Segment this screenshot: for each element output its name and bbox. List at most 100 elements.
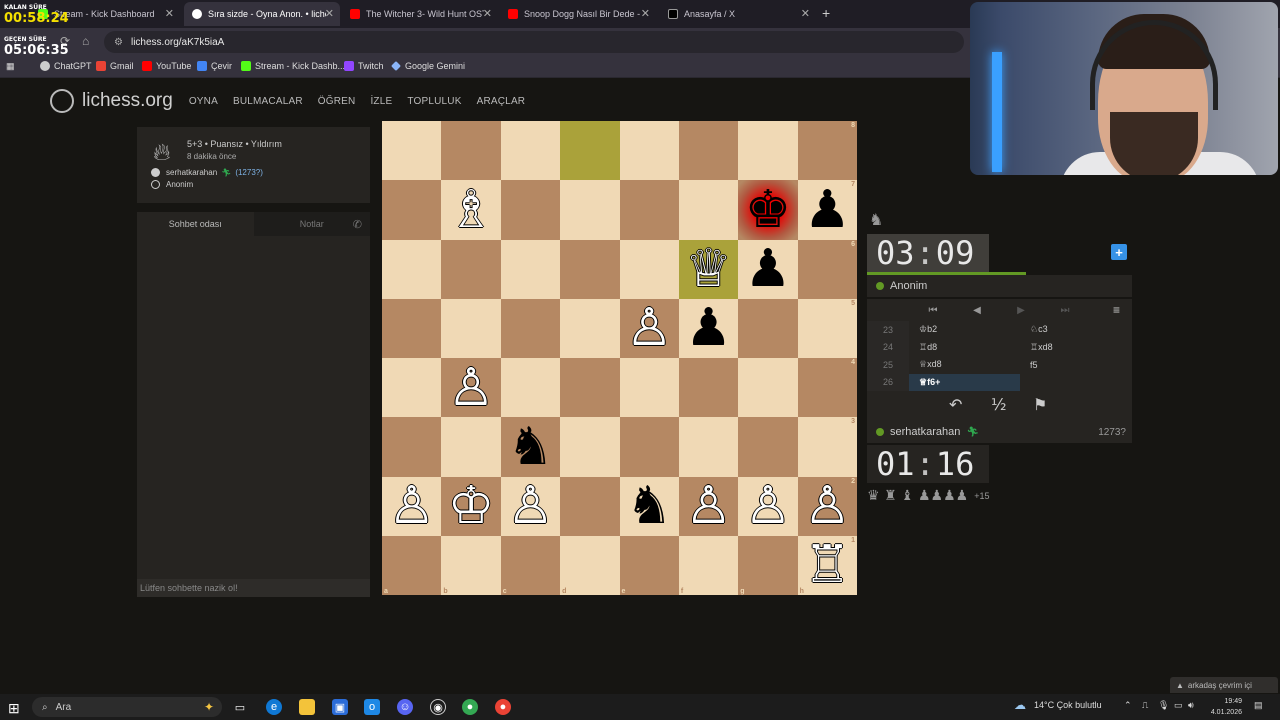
square-g1[interactable]: g — [738, 535, 798, 595]
square-d1[interactable]: d — [560, 535, 620, 595]
bookmark-twitch[interactable]: Twitch — [344, 61, 384, 71]
black-piece-c3[interactable]: ♞ — [507, 421, 554, 473]
square-c5[interactable] — [500, 298, 561, 358]
chrome-profile-icon[interactable]: ● — [495, 699, 511, 715]
square-c1[interactable]: c — [500, 535, 561, 595]
nav-play[interactable]: OYNA — [189, 96, 218, 107]
monitor-icon[interactable]: ▭ — [1174, 700, 1183, 711]
white-move[interactable]: ♕xd8 — [909, 356, 1020, 374]
square-e4[interactable] — [619, 358, 679, 418]
white-piece-b7[interactable]: ♗ — [448, 184, 495, 236]
volume-icon[interactable]: 🔊︎ — [1188, 700, 1194, 711]
square-e3[interactable] — [619, 417, 679, 477]
square-h5[interactable]: 5 — [797, 298, 857, 358]
file-explorer-icon[interactable] — [299, 699, 315, 715]
nav-tools[interactable]: ARAÇLAR — [477, 96, 526, 107]
square-f4[interactable] — [678, 358, 739, 418]
square-g7[interactable]: ♚ — [738, 180, 798, 240]
square-f5[interactable]: ♟ — [678, 298, 739, 358]
square-e7[interactable] — [619, 180, 679, 240]
square-h3[interactable]: 3 — [797, 417, 857, 477]
tab-chat-room[interactable]: Sohbet odası — [137, 212, 254, 236]
white-piece-f6[interactable]: ♕ — [685, 243, 732, 295]
weather-text[interactable]: 14°C Çok bulutlu — [1034, 700, 1102, 710]
obs-icon[interactable]: ◉ — [430, 699, 446, 715]
tab-lichess[interactable]: Sıra sizde - Oyna Anon. • liches ✕ — [184, 2, 340, 26]
player-name[interactable]: serhatkarahan — [890, 426, 960, 438]
close-icon[interactable]: ✕ — [483, 7, 492, 20]
black-piece-h7[interactable]: ♟ — [804, 184, 851, 236]
white-move-current[interactable]: ♕f6+ — [909, 373, 1020, 391]
square-a3[interactable] — [382, 417, 442, 477]
discord-icon[interactable]: ☺ — [397, 699, 413, 715]
close-icon[interactable]: ✕ — [165, 7, 174, 20]
square-a5[interactable] — [382, 298, 442, 358]
next-move-icon[interactable]: ▶ — [999, 305, 1043, 316]
square-h6[interactable]: 6 — [797, 239, 857, 299]
windows-start-icon[interactable]: ⊞ — [8, 700, 20, 717]
close-icon[interactable]: ✕ — [641, 7, 650, 20]
nav-community[interactable]: TOPLULUK — [407, 96, 461, 107]
white-piece-a2[interactable]: ♙ — [388, 480, 435, 532]
white-piece-f2[interactable]: ♙ — [685, 480, 732, 532]
add-time-button[interactable]: + — [1111, 244, 1127, 260]
taskbar-search[interactable]: ⌕ Ara ✦ — [32, 697, 222, 717]
bookmark-gmail[interactable]: Gmail — [96, 61, 134, 71]
square-d4[interactable] — [560, 358, 620, 418]
white-piece-h2[interactable]: ♙ — [804, 480, 851, 532]
last-move-icon[interactable]: ⏭ — [1043, 305, 1087, 316]
square-b3[interactable] — [441, 417, 501, 477]
square-f1[interactable]: f — [678, 535, 739, 595]
white-player-row[interactable]: serhatkarahan 🏃︎ (1273?) — [151, 168, 263, 177]
white-move[interactable]: ♔b2 — [909, 321, 1020, 339]
square-e6[interactable] — [619, 239, 679, 299]
white-move[interactable]: ♖d8 — [909, 339, 1020, 357]
square-a6[interactable] — [382, 239, 442, 299]
white-piece-e5[interactable]: ♙ — [626, 302, 673, 354]
square-d8[interactable] — [560, 121, 620, 181]
bookmark-gemini[interactable]: Google Gemini — [391, 61, 465, 71]
prev-move-icon[interactable]: ◀ — [955, 305, 999, 316]
square-b6[interactable] — [441, 239, 501, 299]
square-f2[interactable]: ♙ — [678, 476, 739, 536]
bookmark-youtube[interactable]: YouTube — [142, 61, 191, 71]
black-move[interactable]: ♖xd8 — [1020, 339, 1131, 357]
edge-icon[interactable]: e — [266, 699, 282, 715]
notification-icon[interactable]: ▤ — [1254, 700, 1263, 711]
bookmark-translate[interactable]: Çevir — [197, 61, 232, 71]
square-f8[interactable] — [678, 121, 739, 181]
square-b5[interactable] — [441, 298, 501, 358]
new-tab-button[interactable]: + — [822, 5, 830, 21]
square-e1[interactable]: e — [619, 535, 679, 595]
url-field[interactable]: ⚙ lichess.org/aK7k5iaA — [104, 31, 964, 53]
square-d2[interactable] — [560, 476, 620, 536]
network-icon[interactable]: ⎍ — [1142, 700, 1148, 711]
white-piece-g2[interactable]: ♙ — [745, 480, 792, 532]
white-piece-b4[interactable]: ♙ — [448, 362, 495, 414]
square-c8[interactable] — [500, 121, 561, 181]
bookmark-chatgpt[interactable]: ChatGPT — [40, 61, 92, 71]
offer-draw-button[interactable]: ½ — [991, 395, 1007, 414]
square-g5[interactable] — [738, 298, 798, 358]
black-move[interactable]: ♘c3 — [1020, 321, 1131, 339]
home-icon[interactable]: ⌂ — [82, 34, 89, 48]
square-a4[interactable] — [382, 358, 442, 418]
chess-board[interactable]: 8 ♗ ♚ 7 ♟ ♕ ♟ 6 ♙ ♟ 5 ♙ 4 ♞ 3 ♙ ♔ ♙ ♞ ♙ ♙ 2 ♙ a b c d e f g 1 h ♖ — [382, 121, 857, 595]
nav-learn[interactable]: ÖĞREN — [318, 96, 356, 107]
takeback-icon[interactable]: ↶ — [949, 395, 962, 414]
chat-input[interactable]: Lütfen sohbette nazik ol! — [137, 579, 370, 597]
lichess-logo-icon[interactable] — [50, 89, 74, 113]
nav-puzzles[interactable]: BULMACALAR — [233, 96, 303, 107]
tab-snoop[interactable]: Snoop Dogg Nasıl Bir Dede - Y ✕ — [500, 2, 656, 26]
square-d6[interactable] — [560, 239, 620, 299]
square-h8[interactable]: 8 — [797, 121, 857, 181]
close-icon[interactable]: ✕ — [801, 7, 810, 20]
square-c4[interactable] — [500, 358, 561, 418]
white-piece-h1[interactable]: ♖ — [804, 539, 851, 591]
square-g3[interactable] — [738, 417, 798, 477]
square-h2[interactable]: 2 ♙ — [797, 476, 857, 536]
square-e8[interactable] — [619, 121, 679, 181]
square-c3[interactable]: ♞ — [500, 417, 561, 477]
square-g2[interactable]: ♙ — [738, 476, 798, 536]
square-d5[interactable] — [560, 298, 620, 358]
